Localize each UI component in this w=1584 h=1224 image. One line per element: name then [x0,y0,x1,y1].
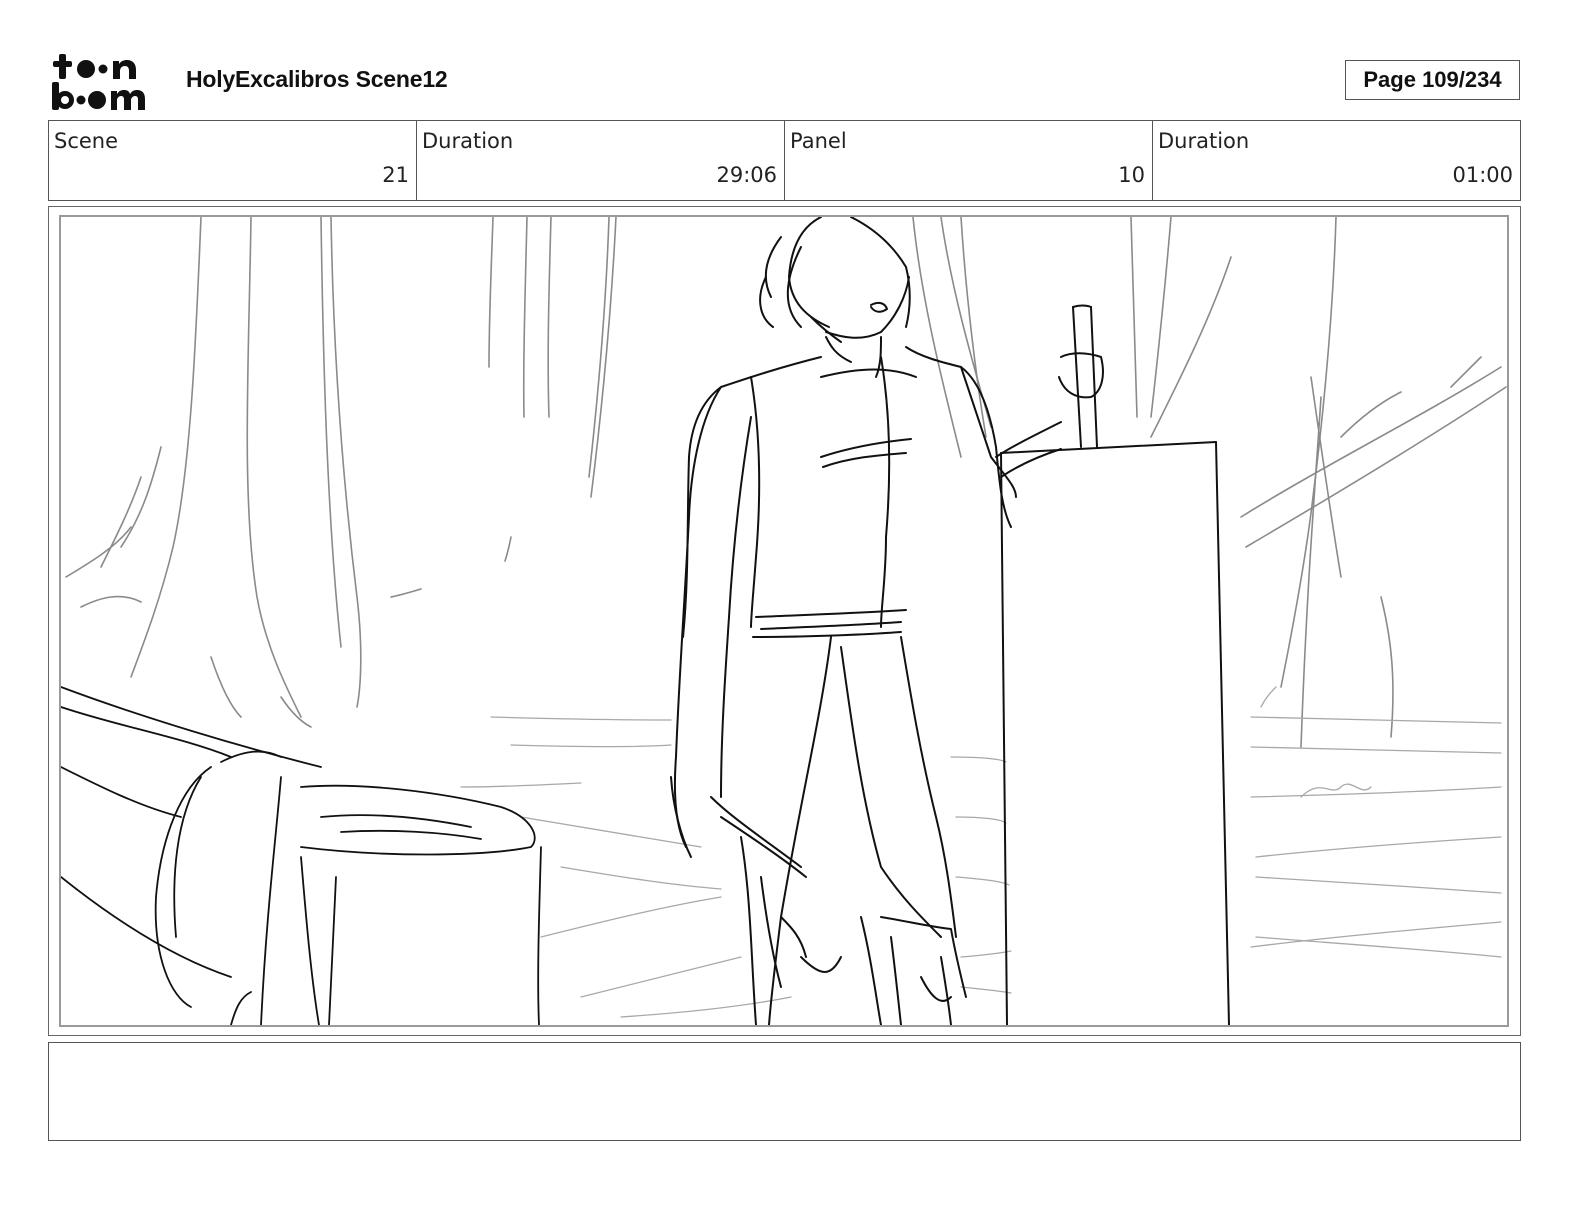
panel-duration-value: 01:00 [1452,163,1513,187]
scene-value: 21 [382,163,409,187]
panel-duration-label: Duration [1158,129,1250,153]
background-trees [65,217,1507,748]
scene-duration-value: 29:06 [716,163,777,187]
toon-boom-logo [50,52,162,112]
scene-cell: Scene 21 [49,121,417,200]
scene-duration-label: Duration [422,129,514,153]
panel-info-bar: Scene 21 Duration 29:06 Panel 10 Duratio… [48,120,1521,201]
foreground-log-stump [61,686,542,1025]
page-indicator: Page 109/234 [1345,60,1520,100]
storyboard-title: HolyExcalibros Scene12 [186,66,448,92]
sketch-drawing [61,217,1507,1025]
panel-notes-box[interactable] [48,1042,1521,1141]
panel-cell: Panel 10 [785,121,1153,200]
panel-value: 10 [1118,163,1145,187]
stone-pedestal [1000,441,1230,1025]
panel-safe-area [59,215,1509,1027]
panel-label: Panel [790,129,847,153]
scene-duration-cell: Duration 29:06 [417,121,785,200]
storyboard-panel [48,206,1521,1036]
character-figure [670,217,1104,1025]
ground-lines [460,686,1502,1018]
panel-duration-cell: Duration 01:00 [1153,121,1520,200]
scene-label: Scene [54,129,119,153]
